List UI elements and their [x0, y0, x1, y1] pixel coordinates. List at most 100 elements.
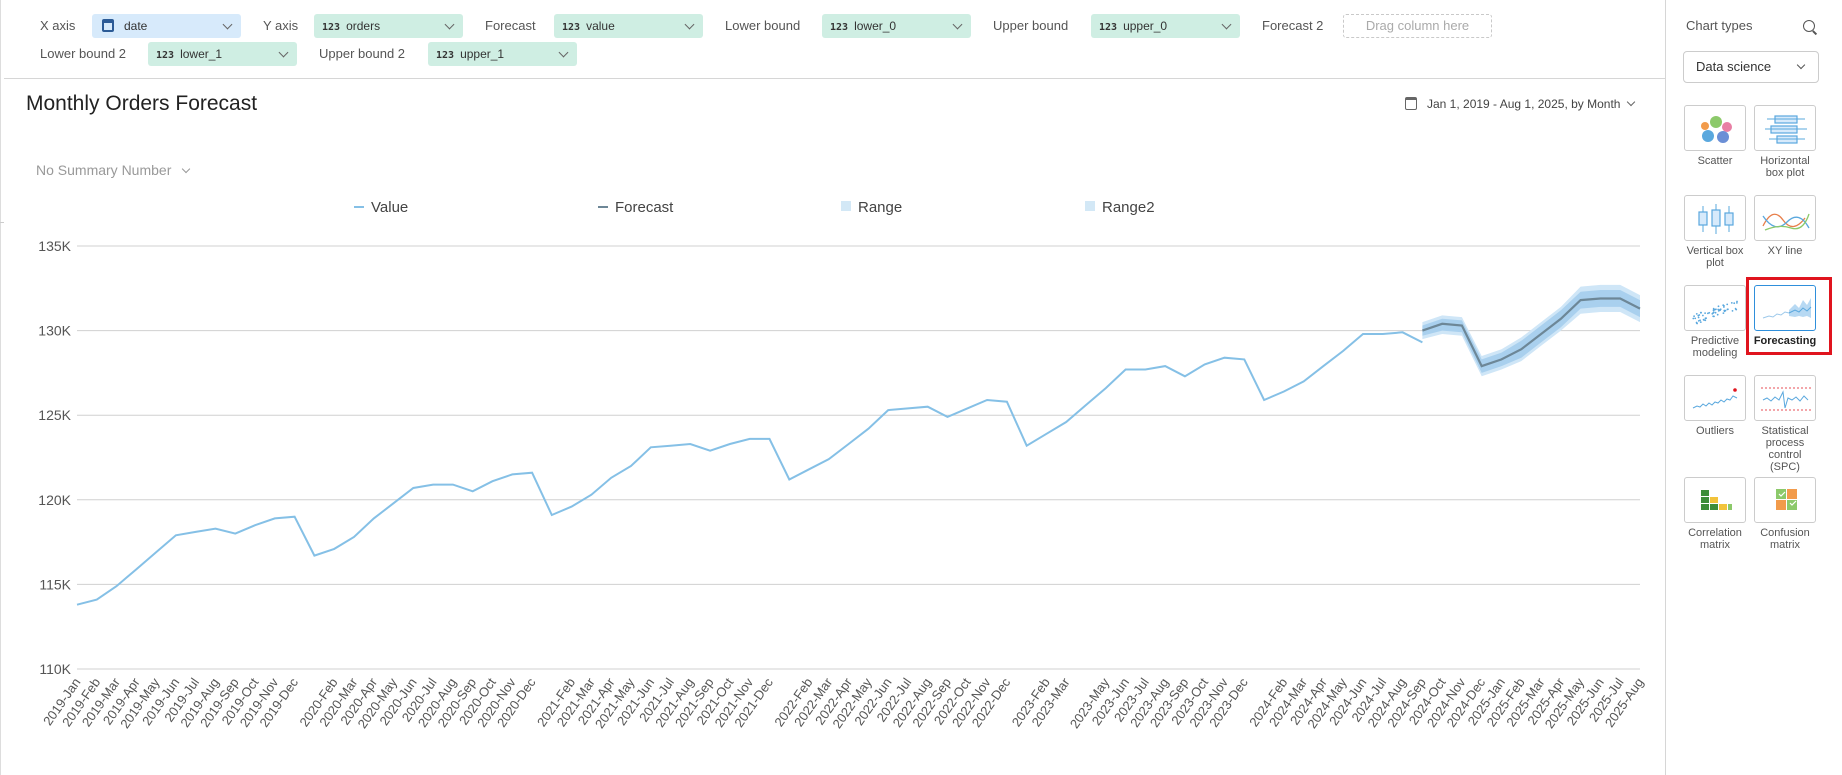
x-tick-label: 2024-Sep: [1384, 675, 1429, 730]
chevron-down-icon: [222, 19, 233, 30]
legend-area-swatch: [841, 201, 851, 211]
x-tick-label: 2021-Mar: [554, 675, 599, 730]
correlation-matrix-icon: [1684, 477, 1746, 523]
x-tick-label: 2024-Apr: [1287, 675, 1330, 728]
x-tick-label: 2020-Jul: [399, 675, 440, 725]
spc-icon: [1754, 375, 1816, 421]
left-edge: [0, 0, 4, 775]
numeric-type-icon: 123: [436, 50, 455, 61]
confusion-matrix-icon: [1754, 477, 1816, 523]
summary-number-text: No Summary Number: [36, 162, 172, 178]
lower-bound-pill[interactable]: 123 lower_0: [822, 14, 971, 38]
y-axis-pill[interactable]: 123 orders: [314, 14, 463, 38]
x-axis-value: date: [124, 19, 148, 33]
selection-highlight: [1746, 277, 1832, 355]
legend-range[interactable]: Range: [841, 199, 902, 216]
x-tick-label: 2020-Nov: [474, 675, 519, 730]
chevron-down-icon: [684, 19, 695, 30]
field-toolbar: [4, 0, 1665, 79]
chart-title: Monthly Orders Forecast: [26, 92, 258, 115]
chart-category-select[interactable]: Data science: [1683, 51, 1819, 83]
x-tick-label: 2023-Nov: [1186, 675, 1231, 730]
x-axis-pill[interactable]: date: [92, 14, 241, 38]
chart-tile-horizontal-box-plot[interactable]: Horizontal box plot: [1753, 105, 1817, 179]
forecast-2-dropzone[interactable]: Drag column here: [1343, 14, 1492, 38]
x-tick-label: 2021-Apr: [575, 675, 618, 728]
chart-tile-xy-line[interactable]: XY line: [1753, 195, 1817, 257]
tile-label: Outliers: [1696, 425, 1734, 437]
series-line-forecast: [1422, 297, 1641, 368]
x-tick-label: 2025-Jul: [1586, 675, 1627, 725]
x-tick-label: 2024-May: [1304, 675, 1350, 731]
x-tick-label: 2024-Dec: [1444, 675, 1489, 730]
x-tick-label: 2022-Aug: [890, 675, 935, 730]
chart-tile-vertical-box-plot[interactable]: Vertical box plot: [1683, 195, 1747, 269]
x-tick-label: 2025-Jan: [1465, 675, 1508, 728]
tile-label: Vertical box plot: [1686, 245, 1744, 269]
upper-bound-2-label: Upper bound 2: [319, 46, 406, 61]
tile-label: Statistical process control (SPC): [1761, 425, 1809, 473]
x-tick-label: 2020-Feb: [296, 675, 340, 729]
x-tick-label: 2024-Nov: [1424, 675, 1469, 730]
x-tick-label: 2019-Nov: [237, 675, 282, 730]
tile-label: Confusion matrix: [1760, 527, 1810, 551]
x-tick-label: 2020-Mar: [316, 675, 361, 730]
chart-tile-spc[interactable]: Statistical process control (SPC): [1753, 375, 1817, 473]
x-tick-label: 2022-Jul: [874, 675, 915, 725]
legend-forecast[interactable]: Forecast: [598, 199, 673, 216]
x-tick-label: 2023-Mar: [1028, 675, 1073, 730]
legend-range2[interactable]: Range2: [1085, 199, 1155, 216]
chevron-down-icon: [182, 164, 191, 174]
x-tick-label: 2024-Jun: [1326, 675, 1369, 728]
outliers-icon: [1684, 375, 1746, 421]
x-tick-label: 2019-Aug: [177, 675, 222, 730]
chart-tile-correlation-matrix[interactable]: Correlation matrix: [1683, 477, 1747, 551]
y-tick-label: 120K: [38, 492, 71, 508]
numeric-type-icon: 123: [156, 50, 175, 61]
y-tick-label: 130K: [38, 323, 71, 339]
x-tick-label: 2025-Feb: [1484, 675, 1528, 729]
x-tick-label: 2022-Feb: [771, 675, 815, 729]
x-tick-label: 2022-Mar: [791, 675, 836, 730]
chart-tile-predictive-modeling[interactable]: Predictive modeling: [1683, 285, 1747, 359]
chart-tile-scatter[interactable]: Scatter: [1683, 105, 1747, 167]
upper-bound-2-pill[interactable]: 123 upper_1: [428, 42, 577, 66]
x-tick-label: 2023-Sep: [1147, 675, 1192, 730]
chevron-down-icon: [558, 47, 569, 58]
forecast-pill[interactable]: 123 value: [554, 14, 703, 38]
x-axis-label: X axis: [40, 18, 76, 33]
x-tick-label: 2023-Jun: [1089, 675, 1132, 728]
x-tick-label: 2021-May: [592, 675, 638, 731]
vertical-box-plot-icon: [1684, 195, 1746, 241]
x-tick-label: 2025-Jun: [1564, 675, 1607, 728]
x-tick-label: 2019-Jul: [161, 675, 202, 725]
y-tick-label: 135K: [38, 238, 71, 254]
xy-line-icon: [1754, 195, 1816, 241]
x-tick-label: 2021-Jun: [614, 675, 657, 728]
tile-label: XY line: [1767, 245, 1803, 257]
range-band: [1422, 290, 1640, 373]
x-tick-label: 2021-Feb: [534, 675, 578, 729]
x-tick-label: 2020-May: [355, 675, 401, 731]
lower-bound-2-pill[interactable]: 123 lower_1: [148, 42, 297, 66]
chevron-down-icon: [1627, 97, 1636, 107]
chart-tile-outliers[interactable]: Outliers: [1683, 375, 1747, 437]
x-tick-label: 2024-Feb: [1246, 675, 1290, 729]
x-tick-label: 2019-Jun: [139, 675, 182, 728]
x-tick-label: 2022-Sep: [909, 675, 954, 730]
legend-area-swatch: [1085, 201, 1095, 211]
legend-value[interactable]: Value: [354, 199, 408, 216]
date-range-picker[interactable]: Jan 1, 2019 - Aug 1, 2025, by Month: [1405, 95, 1636, 113]
chart-tile-confusion-matrix[interactable]: Confusion matrix: [1753, 477, 1817, 551]
x-tick-label: 2020-Jun: [376, 675, 419, 728]
forecast-2-label: Forecast 2: [1262, 18, 1324, 33]
legend-label: Range: [858, 199, 903, 216]
summary-number-dropdown[interactable]: No Summary Number: [36, 162, 191, 178]
x-tick-label: 2019-Dec: [256, 675, 301, 730]
x-tick-label: 2023-Feb: [1009, 675, 1053, 729]
x-tick-label: 2024-Aug: [1364, 675, 1409, 730]
search-icon[interactable]: [1803, 20, 1815, 32]
x-tick-label: 2021-Sep: [672, 675, 717, 730]
upper-bound-pill[interactable]: 123 upper_0: [1091, 14, 1240, 38]
x-tick-label: 2022-Nov: [949, 675, 994, 730]
